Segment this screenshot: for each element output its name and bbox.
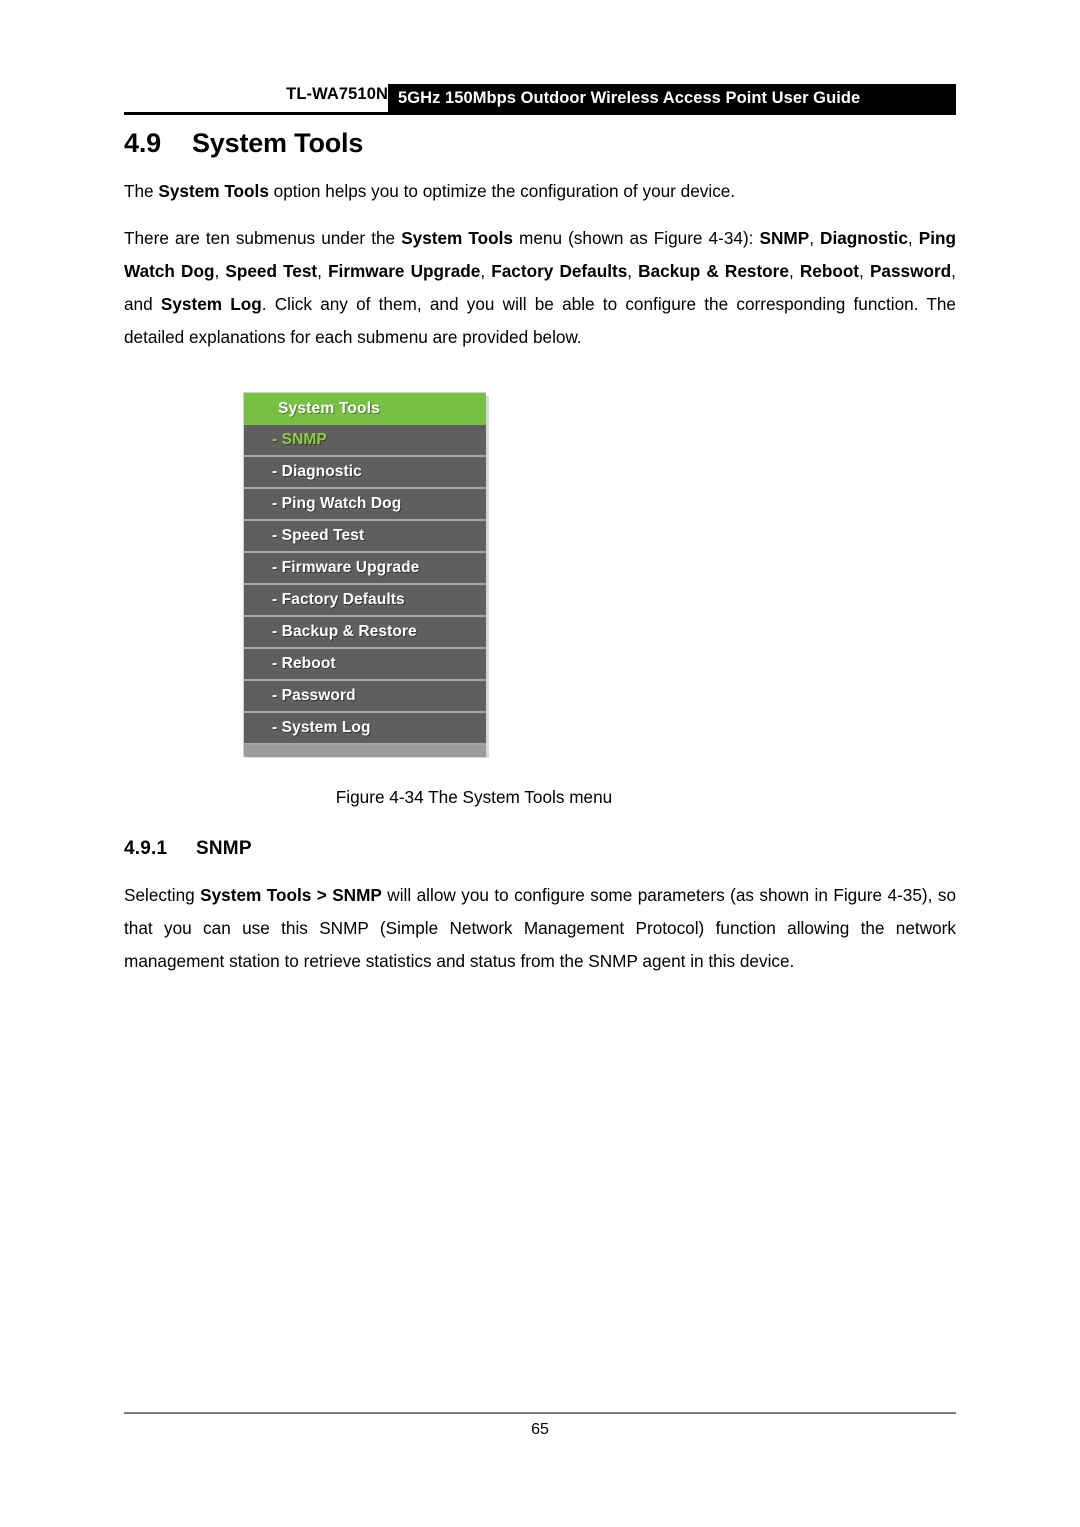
section-number: 4.9 — [124, 128, 161, 158]
p2-sep-2: , — [907, 228, 919, 248]
page-number: 65 — [531, 1421, 549, 1438]
page-title: 4.9 System Tools — [124, 128, 363, 159]
section-title: System Tools — [192, 128, 364, 158]
p2-bold-reboot: Reboot — [799, 261, 860, 281]
p1-bold-system-tools: System Tools — [158, 181, 269, 201]
document-page: TL-WA7510N 5GHz 150Mbps Outdoor Wireless… — [0, 0, 1080, 1527]
subsection-title-text: SNMP — [196, 838, 252, 859]
system-tools-menu-figure: System Tools - SNMP - Diagnostic - Ping … — [243, 392, 489, 758]
menu-item-snmp[interactable]: - SNMP — [244, 425, 486, 457]
p2-bold-diagnostic: Diagnostic — [820, 228, 908, 248]
p2-bold-speed-test: Speed Test — [225, 261, 318, 281]
p2-sep-4: , — [317, 261, 329, 281]
menu-header-label: System Tools — [278, 400, 381, 417]
menu-item-factory-defaults[interactable]: - Factory Defaults — [244, 585, 486, 617]
p1-text-a: The — [124, 181, 159, 201]
paragraph-snmp: Selecting System Tools > SNMP will allow… — [124, 879, 956, 978]
p2-bold-system-log: System Log — [160, 294, 262, 314]
p2-text-b: menu (shown as Figure 4-34): — [512, 228, 760, 248]
footer-divider-rule — [124, 1412, 956, 1414]
menu-item-firmware-upgrade[interactable]: - Firmware Upgrade — [244, 553, 486, 585]
menu-item-label: - Ping Watch Dog — [272, 495, 402, 512]
p2-bold-snmp: SNMP — [759, 228, 810, 248]
paragraph-intro-1: The System Tools option helps you to opt… — [124, 175, 956, 208]
menu-header: System Tools — [244, 393, 486, 425]
p2-sep-8: , — [859, 261, 870, 281]
menu-item-label: - System Log — [272, 719, 371, 736]
menu-panel: System Tools - SNMP - Diagnostic - Ping … — [243, 392, 486, 757]
menu-item-system-log[interactable]: - System Log — [244, 713, 486, 745]
menu-item-label: - Reboot — [272, 655, 336, 672]
menu-item-label: - Backup & Restore — [272, 623, 417, 640]
p3-text-a: Selecting — [124, 885, 201, 905]
menu-item-speed-test[interactable]: - Speed Test — [244, 521, 486, 553]
p2-bold-firmware-upgrade: Firmware Upgrade — [328, 261, 481, 281]
p2-sep-1: , — [809, 228, 821, 248]
p2-bold-backup-restore: Backup & Restore — [638, 261, 789, 281]
menu-item-label: - Factory Defaults — [272, 591, 405, 608]
subsection-title: 4.9.1 SNMP — [124, 838, 252, 860]
menu-item-label: - Firmware Upgrade — [272, 559, 420, 576]
p2-sep-3: , — [214, 261, 226, 281]
p2-bold-system-tools: System Tools — [401, 228, 513, 248]
p2-text-a: There are ten submenus under the — [124, 228, 402, 248]
figure-caption: Figure 4-34 The System Tools menu — [335, 787, 613, 807]
menu-item-label: - Password — [272, 687, 356, 704]
p2-bold-factory-defaults: Factory Defaults — [491, 261, 628, 281]
menu-footer-strip — [244, 745, 486, 757]
menu-item-password[interactable]: - Password — [244, 681, 486, 713]
menu-item-reboot[interactable]: - Reboot — [244, 649, 486, 681]
header-title-text: 5GHz 150Mbps Outdoor Wireless Access Poi… — [398, 88, 861, 107]
menu-item-label: - Diagnostic — [272, 463, 362, 480]
p2-sep-6: , — [627, 261, 639, 281]
header-divider-rule — [124, 112, 956, 115]
subsection-number: 4.9.1 — [124, 838, 168, 859]
menu-item-ping-watch-dog[interactable]: - Ping Watch Dog — [244, 489, 486, 521]
p1-text-b: option helps you to optimize the configu… — [268, 181, 736, 201]
menu-item-diagnostic[interactable]: - Diagnostic — [244, 457, 486, 489]
p2-sep-5: , — [480, 261, 492, 281]
header-title-band: 5GHz 150Mbps Outdoor Wireless Access Poi… — [388, 84, 956, 112]
menu-item-label: - SNMP — [272, 431, 327, 448]
p2-sep-7: , — [788, 261, 800, 281]
p3-bold-path: System Tools > SNMP — [200, 885, 382, 905]
paragraph-intro-2: There are ten submenus under the System … — [124, 222, 956, 354]
p2-bold-password: Password — [869, 261, 952, 281]
header-model-name: TL-WA7510N — [286, 85, 388, 103]
menu-item-label: - Speed Test — [272, 527, 365, 544]
menu-item-backup-restore[interactable]: - Backup & Restore — [244, 617, 486, 649]
running-header: TL-WA7510N 5GHz 150Mbps Outdoor Wireless… — [124, 84, 956, 115]
